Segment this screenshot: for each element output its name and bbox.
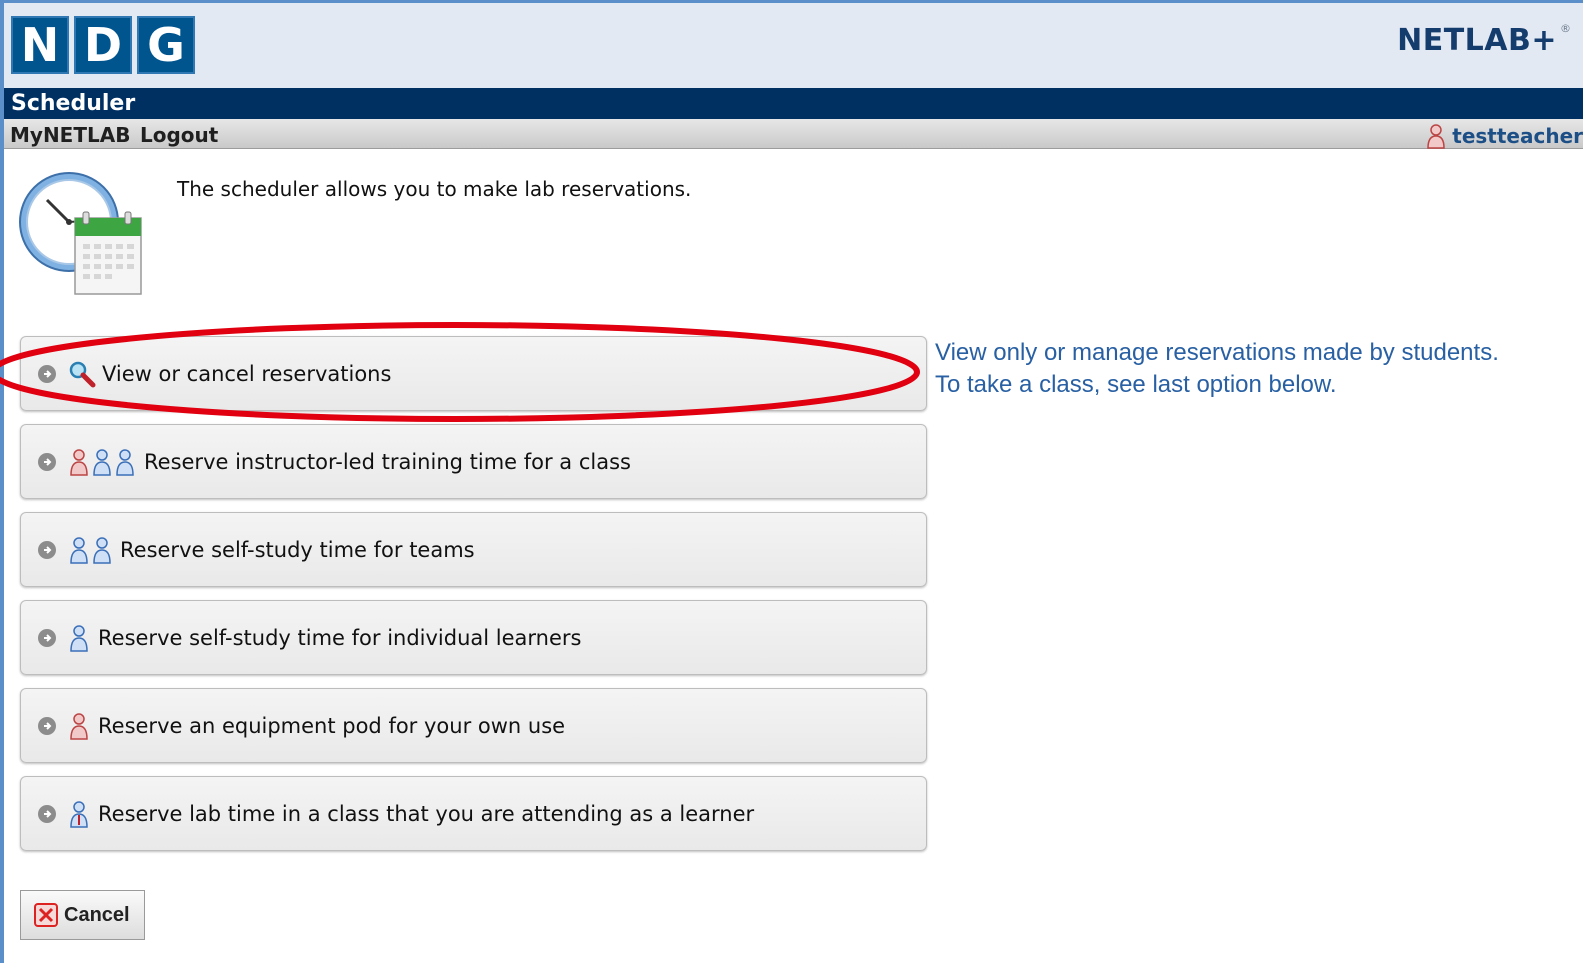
page-title: Scheduler (11, 91, 136, 116)
close-icon (34, 903, 58, 927)
option-label: View or cancel reservations (102, 361, 392, 386)
learner-user-icon (68, 800, 92, 828)
option-view-cancel-reservations[interactable]: View or cancel reservations (20, 336, 927, 411)
arrow-right-icon (38, 452, 56, 471)
option-label: Reserve lab time in a class that you are… (98, 801, 755, 826)
option-label: Reserve self-study time for teams (120, 537, 475, 562)
hint-text: View only or manage reservations made by… (935, 337, 1499, 401)
arrow-right-icon (38, 628, 56, 647)
arrow-right-icon (38, 804, 56, 823)
hint-line-1: View only or manage reservations made by… (935, 339, 1499, 366)
option-equipment-pod[interactable]: Reserve an equipment pod for your own us… (20, 688, 927, 763)
current-user[interactable]: testteacher (1426, 123, 1583, 149)
registered-mark: ® (1560, 22, 1571, 35)
logo-letter: G (137, 16, 195, 74)
team-users-icon (68, 536, 114, 564)
netlab-brand: NETLAB+ (1397, 23, 1557, 58)
username: testteacher (1452, 124, 1583, 148)
arrow-right-icon (38, 540, 56, 559)
header: N D G NETLAB+ ® (4, 3, 1583, 88)
magnifier-icon (69, 361, 96, 387)
cancel-button[interactable]: Cancel (20, 890, 145, 940)
arrow-right-icon (38, 364, 56, 383)
option-self-study-teams[interactable]: Reserve self-study time for teams (20, 512, 927, 587)
menu-bar: MyNETLAB Logout testteacher (4, 119, 1583, 149)
option-label: Reserve instructor-led training time for… (144, 449, 631, 474)
menu-item-logout[interactable]: Logout (140, 123, 218, 147)
logo-letter: N (11, 16, 69, 74)
option-label: Reserve self-study time for individual l… (98, 625, 582, 650)
hint-line-2: To take a class, see last option below. (935, 371, 1337, 398)
page-title-bar: Scheduler (4, 88, 1583, 119)
menu-item-mynetlab[interactable]: MyNETLAB (10, 123, 130, 147)
cancel-button-label: Cancel (64, 903, 130, 926)
arrow-right-icon (38, 716, 56, 735)
logo-letter: D (74, 16, 132, 74)
instructor-user-icon (68, 712, 92, 740)
option-self-study-individual[interactable]: Reserve self-study time for individual l… (20, 600, 927, 675)
instructor-and-students-icon (68, 448, 138, 476)
option-instructor-led-class[interactable]: Reserve instructor-led training time for… (20, 424, 927, 499)
user-icon (1427, 124, 1446, 149)
scheduler-clock-icon (19, 172, 142, 295)
option-label: Reserve an equipment pod for your own us… (98, 713, 566, 738)
option-learner-class[interactable]: Reserve lab time in a class that you are… (20, 776, 927, 851)
ndg-logo[interactable]: N D G (11, 16, 195, 74)
intro-text: The scheduler allows you to make lab res… (177, 177, 692, 201)
single-user-icon (68, 624, 92, 652)
